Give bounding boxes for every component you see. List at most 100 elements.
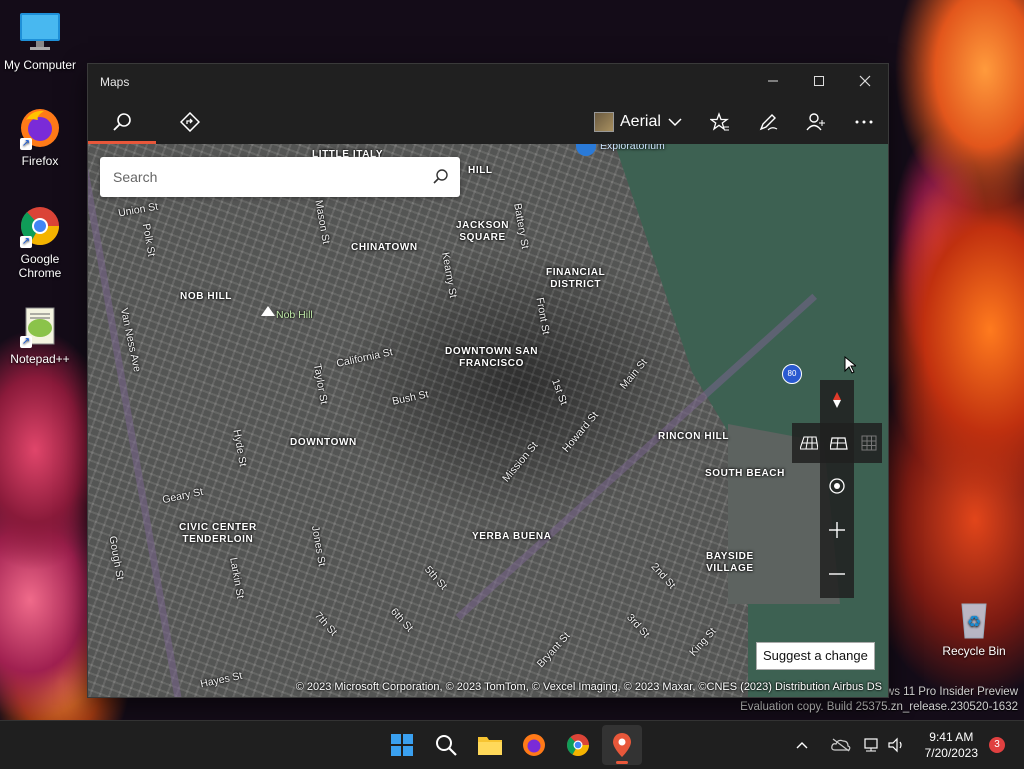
- notification-badge[interactable]: 3: [989, 737, 1005, 753]
- desktop-icon-recycle-bin[interactable]: ♻ Recycle Bin: [934, 596, 1014, 658]
- maps-window: Maps Aerial LITTLE ITALY HILL CHINATOWN …: [88, 64, 888, 697]
- district-label: DOWNTOWN SAN FRANCISCO: [445, 346, 539, 369]
- maximize-icon: [814, 76, 824, 86]
- poi-label[interactable]: Nob Hill: [276, 309, 313, 321]
- close-button[interactable]: [842, 64, 888, 98]
- map-pin-icon: [613, 733, 631, 757]
- monitor-icon: [18, 10, 62, 54]
- mouse-cursor-icon: [844, 356, 856, 374]
- minimize-button[interactable]: [750, 64, 796, 98]
- start-button[interactable]: [382, 725, 422, 765]
- district-label: RINCON HILL: [658, 431, 730, 442]
- desktop-icon-my-computer[interactable]: My Computer: [0, 10, 80, 72]
- desktop-icon-label: My Computer: [3, 58, 77, 72]
- directions-icon: [180, 112, 200, 132]
- tilt-button[interactable]: [794, 423, 824, 463]
- shortcut-arrow-icon: ↗: [20, 236, 32, 248]
- district-label: CHINATOWN: [351, 242, 418, 253]
- chevron-down-icon: [668, 118, 682, 127]
- map-style-dropdown[interactable]: Aerial: [594, 106, 683, 138]
- tilt-layer-controls: [792, 423, 882, 463]
- location-target-icon: [829, 478, 845, 494]
- taskbar: 9:41 AM 7/20/2023 3: [0, 720, 1024, 769]
- desktop-icon-notepadpp[interactable]: ↗ Notepad++: [0, 304, 80, 366]
- desktop-icon-chrome[interactable]: ↗ Google Chrome: [0, 204, 80, 280]
- district-label: HILL: [468, 165, 493, 176]
- clock-date: 7/20/2023: [924, 746, 978, 760]
- onedrive-status[interactable]: [828, 725, 854, 765]
- district-label: SOUTH BEACH: [705, 468, 785, 479]
- district-label: NOB HILL: [180, 291, 233, 302]
- district-label: FINANCIAL DISTRICT: [546, 267, 606, 290]
- pen-icon: [759, 114, 778, 131]
- clock-time: 9:41 AM: [929, 730, 974, 744]
- more-options-button[interactable]: [844, 104, 884, 140]
- map-controls: [820, 380, 854, 598]
- tab-directions[interactable]: [170, 104, 210, 140]
- poi-label[interactable]: Exploratorium: [600, 144, 665, 152]
- search-icon: [113, 113, 131, 131]
- locate-me-button[interactable]: [820, 466, 854, 506]
- firefox-icon: ↗: [18, 106, 62, 150]
- grid-3d-icon: [830, 437, 848, 450]
- maximize-button[interactable]: [796, 64, 842, 98]
- tab-search[interactable]: [102, 104, 142, 140]
- title-bar[interactable]: Maps: [88, 64, 888, 100]
- firefox-icon: [523, 734, 545, 756]
- search-placeholder: Search: [113, 169, 158, 185]
- nob-hill-peak-marker[interactable]: [260, 304, 276, 322]
- recycle-bin-icon: ♻: [952, 596, 996, 640]
- more-icon: [855, 120, 873, 124]
- folder-icon: [478, 737, 502, 755]
- 3d-view-button[interactable]: [824, 423, 854, 463]
- district-label: BAYSIDE VILLAGE: [706, 551, 754, 574]
- taskbar-file-explorer[interactable]: [470, 725, 510, 765]
- compass-button[interactable]: [820, 380, 854, 420]
- ink-button[interactable]: [748, 104, 788, 140]
- desktop-icon-label: Google Chrome: [18, 252, 62, 280]
- search-icon: [433, 169, 448, 184]
- taskbar-search-button[interactable]: [426, 725, 466, 765]
- search-icon: [436, 735, 457, 756]
- peak-icon: [261, 306, 275, 316]
- watermark-line-1: ws 11 Pro Insider Preview: [885, 686, 1018, 698]
- favorites-button[interactable]: [700, 104, 740, 140]
- district-label: YERBA BUENA: [472, 531, 552, 542]
- sign-in-button[interactable]: [796, 104, 836, 140]
- volume-control[interactable]: [884, 725, 910, 765]
- desktop-icon-label: Recycle Bin: [942, 644, 1006, 658]
- chrome-icon: ↗: [18, 204, 62, 248]
- taskbar-clock[interactable]: 9:41 AM 7/20/2023: [925, 729, 978, 761]
- grid-icon: [861, 435, 877, 451]
- window-title: Maps: [100, 75, 130, 89]
- map-canvas[interactable]: LITTLE ITALY HILL CHINATOWN JACKSON SQUA…: [88, 144, 888, 697]
- tilted-grid-icon: [800, 436, 818, 450]
- windows-logo-icon: [391, 734, 413, 756]
- search-box[interactable]: Search: [100, 157, 460, 197]
- close-icon: [859, 75, 871, 87]
- taskbar-chrome[interactable]: [558, 725, 598, 765]
- watermark-line-2: Evaluation copy. Build 25375.zn_release.…: [740, 701, 1018, 713]
- minimize-icon: [768, 80, 778, 82]
- taskbar-maps[interactable]: [602, 725, 642, 765]
- shortcut-arrow-icon: ↗: [20, 138, 32, 150]
- district-label: JACKSON SQUARE: [456, 220, 510, 243]
- person-add-icon: [806, 113, 825, 131]
- active-app-indicator: [616, 761, 628, 764]
- flat-view-button[interactable]: [854, 423, 884, 463]
- chevron-up-icon: [796, 742, 808, 749]
- zoom-out-button[interactable]: [820, 554, 854, 594]
- notepadpp-icon: ↗: [18, 304, 62, 348]
- zoom-in-button[interactable]: [820, 510, 854, 550]
- taskbar-firefox[interactable]: [514, 725, 554, 765]
- speaker-icon: [888, 737, 902, 753]
- suggest-change-button[interactable]: Suggest a change: [756, 642, 875, 670]
- district-label: CIVIC CENTER TENDERLOIN: [179, 522, 257, 545]
- desktop-icon-firefox[interactable]: ↗ Firefox: [0, 106, 80, 168]
- map-copyright: © 2023 Microsoft Corporation, © 2023 Tom…: [295, 681, 882, 693]
- network-icon: [864, 738, 878, 752]
- show-hidden-icons-button[interactable]: [790, 725, 814, 765]
- network-status[interactable]: [858, 725, 884, 765]
- cloud-offline-icon: [831, 738, 851, 752]
- highway-shield-icon: 80: [782, 364, 802, 384]
